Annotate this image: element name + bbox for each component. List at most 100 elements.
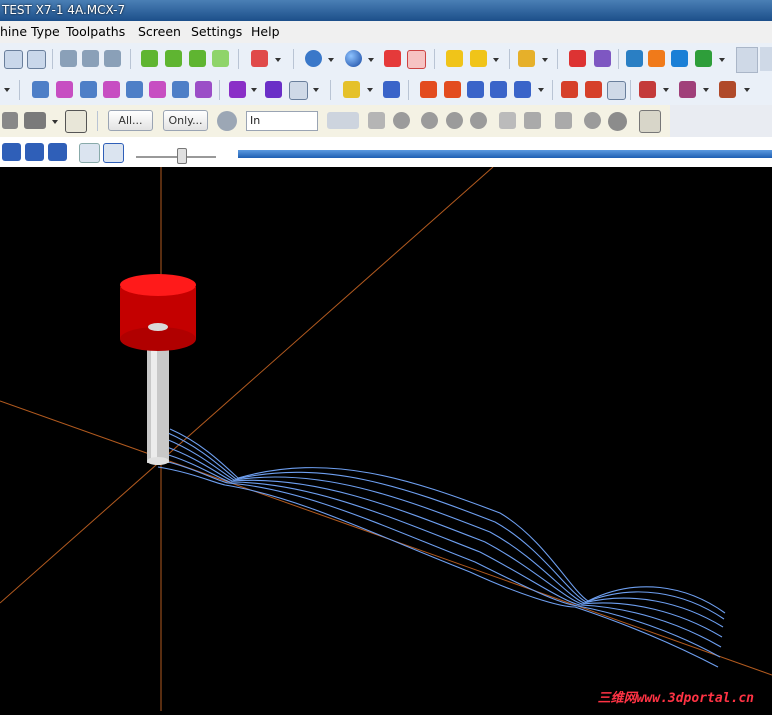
light-icon[interactable] xyxy=(343,81,360,98)
help-question-gray-icon[interactable] xyxy=(639,110,661,133)
tool-display-icon[interactable] xyxy=(79,143,100,163)
chain-icon[interactable] xyxy=(327,112,359,129)
sigma-icon[interactable] xyxy=(671,50,688,67)
cube-front-icon[interactable] xyxy=(165,50,182,67)
trim-icon[interactable] xyxy=(229,81,246,98)
fast-forward-icon[interactable] xyxy=(48,143,67,161)
menu-screen[interactable]: Screen xyxy=(138,24,181,39)
cube-side-icon[interactable] xyxy=(189,50,206,67)
step-forward-icon[interactable] xyxy=(25,143,44,161)
selection-grid-icon[interactable] xyxy=(217,111,237,131)
stop-circle-icon[interactable] xyxy=(608,112,627,131)
menu-help[interactable]: Help xyxy=(251,24,280,39)
menu-machine-type[interactable]: hine Type xyxy=(0,24,60,39)
contour-icon[interactable] xyxy=(444,81,461,98)
help-arrow-icon[interactable] xyxy=(569,50,586,67)
separator xyxy=(19,80,20,100)
pencil-edit-icon[interactable] xyxy=(470,50,487,67)
pen-icon[interactable] xyxy=(518,50,535,67)
help-question-icon[interactable] xyxy=(65,110,87,133)
xform-stretch-icon[interactable] xyxy=(195,81,212,98)
chevron-down-icon[interactable] xyxy=(367,88,373,92)
line-entity-icon[interactable] xyxy=(421,112,438,129)
pencil-icon[interactable] xyxy=(446,50,463,67)
cube-iso-icon[interactable] xyxy=(212,50,229,67)
xform-mirror-icon[interactable] xyxy=(56,81,73,98)
stock-icon[interactable] xyxy=(607,81,626,100)
arc-entity-icon[interactable] xyxy=(446,112,463,129)
chevron-down-icon[interactable] xyxy=(275,58,281,62)
warning-icon[interactable] xyxy=(2,112,18,129)
break-icon[interactable] xyxy=(289,81,308,100)
surface-finish-icon[interactable] xyxy=(490,81,507,98)
watermark: 三维网www.3dportal.cn xyxy=(597,691,754,706)
drill-icon[interactable] xyxy=(383,81,400,98)
surface-rough-icon[interactable] xyxy=(467,81,484,98)
wire-shade-icon[interactable] xyxy=(407,50,426,69)
point-entity-icon[interactable] xyxy=(393,112,410,129)
xform-rotate-icon[interactable] xyxy=(80,81,97,98)
rewind-icon[interactable] xyxy=(2,143,21,161)
xform-project-icon[interactable] xyxy=(149,81,166,98)
tool-icon[interactable] xyxy=(82,50,99,67)
toolpath-curve xyxy=(169,428,726,614)
axis-y xyxy=(0,166,494,604)
chevron-down-icon[interactable] xyxy=(663,88,669,92)
solids-icon[interactable] xyxy=(679,81,696,98)
xform-offset-icon[interactable] xyxy=(126,81,143,98)
select-all-button[interactable]: All... xyxy=(108,110,153,131)
chevron-down-icon[interactable] xyxy=(719,58,725,62)
toolpath-edit-icon[interactable] xyxy=(585,81,602,98)
sphere-shading-icon[interactable] xyxy=(345,50,362,67)
verify-icon[interactable] xyxy=(648,50,665,67)
spray-icon[interactable] xyxy=(719,81,736,98)
speed-slider-track[interactable] xyxy=(136,156,216,158)
chevron-down-icon[interactable] xyxy=(4,88,10,92)
grid-icon[interactable] xyxy=(265,81,282,98)
solid-entity-icon[interactable] xyxy=(499,112,516,129)
chevron-down-icon[interactable] xyxy=(744,88,750,92)
progress-bar[interactable] xyxy=(238,150,772,158)
graphics-viewport[interactable]: 三维网www.3dportal.cn xyxy=(0,166,772,711)
chevron-down-icon[interactable] xyxy=(251,88,257,92)
pocket-icon[interactable] xyxy=(420,81,437,98)
chevron-down-icon[interactable] xyxy=(368,58,374,62)
post-icon[interactable] xyxy=(695,50,712,67)
xform-translate-icon[interactable] xyxy=(32,81,49,98)
chevron-down-icon[interactable] xyxy=(328,58,334,62)
xform-scale-icon[interactable] xyxy=(103,81,120,98)
menu-settings[interactable]: Settings xyxy=(191,24,242,39)
pointer-icon[interactable] xyxy=(368,112,385,129)
check-icon[interactable] xyxy=(555,112,572,129)
menu-toolpaths[interactable]: Toolpaths xyxy=(66,24,125,39)
spline-entity-icon[interactable] xyxy=(470,112,487,129)
nest-icon[interactable] xyxy=(639,81,656,98)
backplot-icon[interactable] xyxy=(626,50,643,67)
chevron-down-icon[interactable] xyxy=(538,88,544,92)
chevron-down-icon[interactable] xyxy=(703,88,709,92)
cube-red-icon[interactable] xyxy=(251,50,268,67)
globe-icon[interactable] xyxy=(305,50,322,67)
zoom-window-icon[interactable] xyxy=(4,50,23,69)
toolpath-display-icon[interactable] xyxy=(103,143,124,163)
analyze-icon[interactable] xyxy=(594,50,611,67)
chevron-down-icon[interactable] xyxy=(313,88,319,92)
select-mode-icon[interactable] xyxy=(24,112,46,129)
toolpath-select-icon[interactable] xyxy=(561,81,578,98)
chevron-down-icon[interactable] xyxy=(542,58,548,62)
multiaxis-icon[interactable] xyxy=(514,81,531,98)
select-only-button[interactable]: Only... xyxy=(163,110,208,131)
cancel-circle-icon[interactable] xyxy=(584,112,601,129)
level-select[interactable]: In xyxy=(246,111,318,131)
speed-slider-thumb[interactable] xyxy=(177,148,187,164)
xform-array-icon[interactable] xyxy=(172,81,189,98)
solid-shade-icon[interactable] xyxy=(384,50,401,67)
cube-top-icon[interactable] xyxy=(141,50,158,67)
wrench-icon[interactable] xyxy=(60,50,77,67)
tool-red-icon[interactable] xyxy=(104,50,121,67)
chevron-down-icon[interactable] xyxy=(52,120,58,124)
zoom-out-icon[interactable] xyxy=(27,50,46,69)
tool-tip xyxy=(147,457,169,465)
chevron-down-icon[interactable] xyxy=(493,58,499,62)
undo-selection-icon[interactable] xyxy=(524,112,541,129)
